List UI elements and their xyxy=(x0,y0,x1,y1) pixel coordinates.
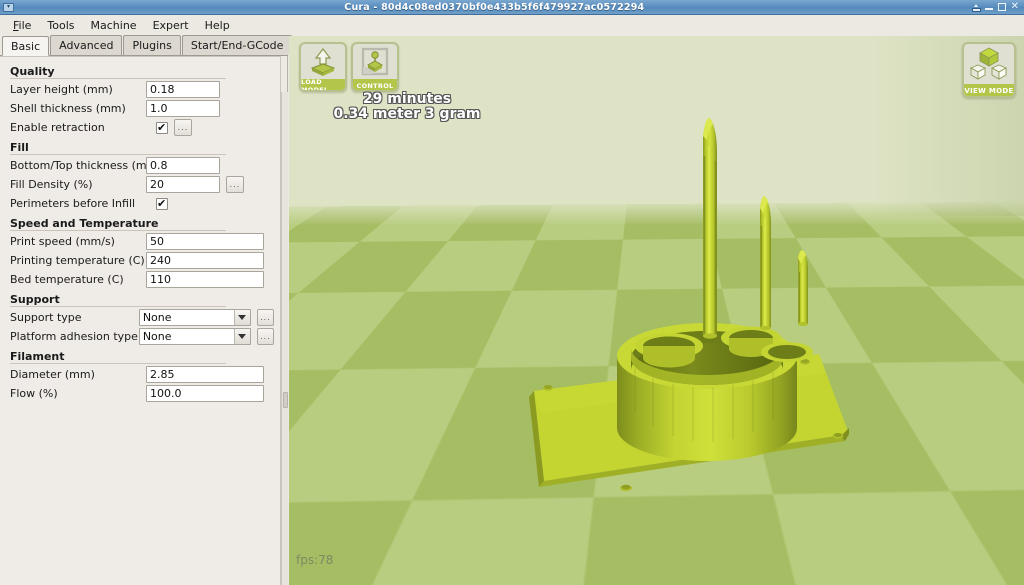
view-mode-button-label: VIEW MODE xyxy=(964,84,1014,96)
control-button[interactable]: CONTROL xyxy=(351,42,399,92)
setting-input[interactable]: 2.85 xyxy=(146,366,264,383)
group-title-fill: Fill xyxy=(6,137,274,156)
menu-item-file-label: ile xyxy=(18,19,32,32)
minimize-icon[interactable] xyxy=(984,3,993,11)
setting-row: Diameter (mm) 2.85 xyxy=(6,365,274,384)
setting-input[interactable]: 240 xyxy=(146,252,264,269)
setting-dropdown-value: None xyxy=(142,311,172,324)
shade-icon[interactable] xyxy=(971,3,981,12)
build-plate xyxy=(289,36,1024,585)
setting-input[interactable]: 100.0 xyxy=(146,385,264,402)
window-controls: ✕ xyxy=(971,2,1024,12)
menu-item-file[interactable]: File xyxy=(6,17,38,34)
setting-input[interactable]: 20 xyxy=(146,176,220,193)
maximize-icon[interactable] xyxy=(997,3,1006,11)
tab-plugins[interactable]: Plugins xyxy=(123,35,181,55)
setting-dropdown[interactable]: None xyxy=(138,328,251,345)
menu-bar: File Tools Machine Expert Help xyxy=(0,15,1024,36)
setting-row: Support type None... xyxy=(6,308,274,327)
load-model-button-label: LOAD MODEL xyxy=(301,78,345,90)
setting-row: Perimeters before Infill xyxy=(6,194,274,213)
setting-label: Bed temperature (C) xyxy=(10,273,124,286)
setting-dropdown[interactable]: None xyxy=(138,309,251,326)
setting-label: Diameter (mm) xyxy=(10,368,95,381)
fps-counter: fps:78 xyxy=(296,553,334,567)
setting-row: Bottom/Top thickness (mm) 0.8 xyxy=(6,156,274,175)
setting-label: Support type xyxy=(10,311,82,324)
setting-row: Fill Density (%) 20... xyxy=(6,175,274,194)
setting-label: Layer height (mm) xyxy=(10,83,113,96)
cura-window: ▾ Cura - 80d4c08ed0370bf0e433b5f6f479927… xyxy=(0,0,1024,585)
tab-basic[interactable]: Basic xyxy=(2,36,50,56)
menu-item-tools[interactable]: Tools xyxy=(40,17,81,34)
chevron-down-icon[interactable] xyxy=(233,310,250,325)
load-model-icon xyxy=(301,44,345,79)
setting-checkbox[interactable] xyxy=(156,197,168,210)
setting-row: Layer height (mm) 0.18 xyxy=(6,80,274,99)
group-title-support: Support xyxy=(6,289,274,308)
setting-more-button[interactable]: ... xyxy=(226,176,244,193)
tab-advanced[interactable]: Advanced xyxy=(50,35,123,55)
setting-row: Bed temperature (C) 110 xyxy=(6,270,274,289)
setting-row: Flow (%) 100.0 xyxy=(6,384,274,403)
menu-item-help[interactable]: Help xyxy=(198,17,237,34)
load-model-button[interactable]: LOAD MODEL xyxy=(299,42,347,92)
close-icon[interactable]: ✕ xyxy=(1011,2,1019,12)
settings-list: Quality Layer height (mm) 0.18 Shell thickn… xyxy=(0,56,281,585)
setting-input[interactable]: 110 xyxy=(146,271,264,288)
setting-row: Printing temperature (C) 240 xyxy=(6,251,274,270)
group-title-speed-and-temperature: Speed and Temperature xyxy=(6,213,274,232)
setting-label: Printing temperature (C) xyxy=(10,254,145,267)
setting-label: Flow (%) xyxy=(10,387,58,400)
scrollbar-thumb[interactable] xyxy=(283,392,288,408)
print-stats: 29 minutes 0.34 meter 3 gram xyxy=(307,92,507,122)
setting-label: Perimeters before Infill xyxy=(10,197,136,210)
group-title-quality: Quality xyxy=(6,61,274,80)
setting-checkbox[interactable] xyxy=(156,121,168,134)
setting-row: Enable retraction... xyxy=(6,118,274,137)
setting-more-button[interactable]: ... xyxy=(174,119,192,136)
title-bar: ▾ Cura - 80d4c08ed0370bf0e433b5f6f479927… xyxy=(0,0,1024,15)
horizon-fade xyxy=(289,36,1024,226)
setting-row: Shell thickness (mm) 1.0 xyxy=(6,99,274,118)
print-material: 0.34 meter 3 gram xyxy=(333,106,481,122)
window-menu-button[interactable]: ▾ xyxy=(0,2,18,12)
setting-dropdown-value: None xyxy=(142,330,172,343)
setting-input[interactable]: 1.0 xyxy=(146,100,220,117)
tab-bar: Basic Advanced Plugins Start/End-GCode xyxy=(0,35,293,56)
3d-viewport[interactable]: LOAD MODEL CONTROL VIEW MODE 29 minutes … xyxy=(289,36,1024,585)
setting-input[interactable]: 50 xyxy=(146,233,264,250)
setting-input[interactable]: 0.18 xyxy=(146,81,220,98)
setting-label: Bottom/Top thickness (mm) xyxy=(10,159,162,172)
setting-row: Platform adhesion type None... xyxy=(6,327,274,346)
menu-item-machine[interactable]: Machine xyxy=(84,17,144,34)
setting-label: Platform adhesion type xyxy=(10,330,138,343)
print-time: 29 minutes xyxy=(362,91,452,107)
group-title-filament: Filament xyxy=(6,346,274,365)
printer-control-icon xyxy=(353,44,397,79)
setting-more-button[interactable]: ... xyxy=(256,309,274,326)
setting-label: Fill Density (%) xyxy=(10,178,93,191)
window-title: Cura - 80d4c08ed0370bf0e433b5f6f479927ac… xyxy=(344,1,645,13)
setting-row: Print speed (mm/s) 50 xyxy=(6,232,274,251)
setting-input[interactable]: 0.8 xyxy=(146,157,220,174)
setting-label: Print speed (mm/s) xyxy=(10,235,115,248)
setting-more-button[interactable]: ... xyxy=(256,328,274,345)
settings-panel: Basic Advanced Plugins Start/End-GCode Qual… xyxy=(0,35,293,585)
panel-scrollbar[interactable] xyxy=(281,92,288,585)
menu-item-expert[interactable]: Expert xyxy=(146,17,196,34)
view-mode-icon xyxy=(964,44,1014,84)
tab-start-end-gcode[interactable]: Start/End-GCode xyxy=(181,35,293,55)
setting-label: Shell thickness (mm) xyxy=(10,102,126,115)
setting-label: Enable retraction xyxy=(10,121,105,134)
chevron-down-icon[interactable] xyxy=(233,329,250,344)
window-menu-icon: ▾ xyxy=(3,2,14,12)
view-mode-button[interactable]: VIEW MODE xyxy=(962,42,1016,98)
